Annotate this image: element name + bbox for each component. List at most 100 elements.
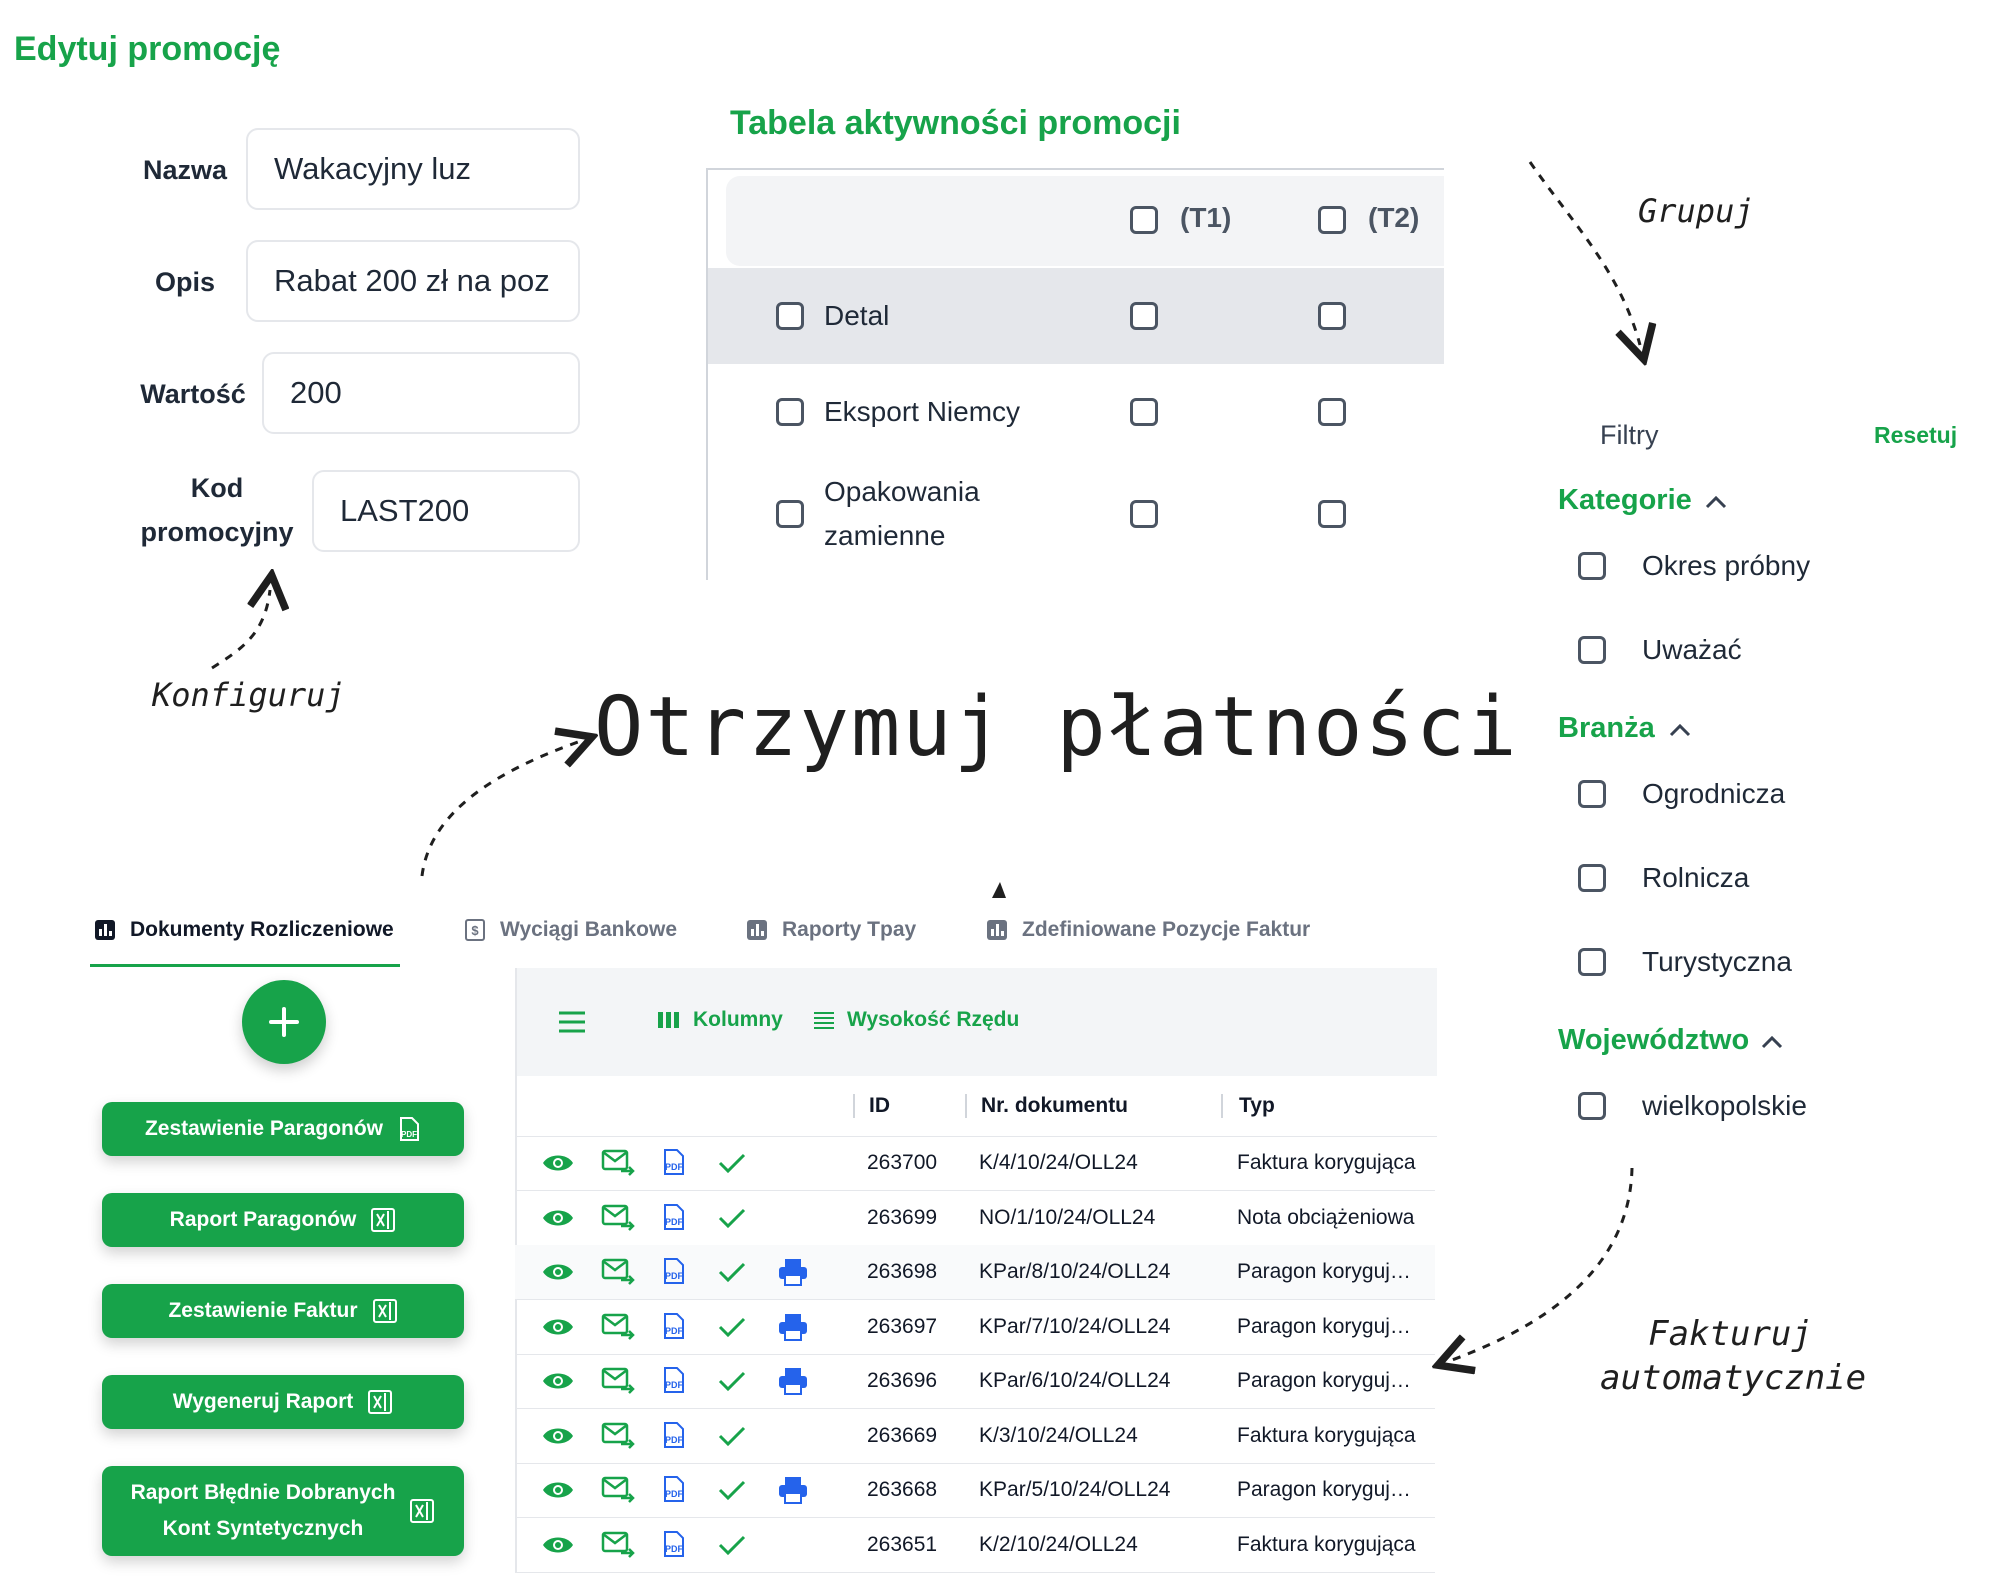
pdf-button[interactable]: PDF [661,1148,687,1181]
cell-doc-number: KPar/5/10/24/OLL24 [979,1478,1171,1501]
table-row[interactable]: PDF 263697 KPar/7/10/24/OLL24 Paragon koryg… [515,1300,1435,1355]
columns-button[interactable]: Kolumny [657,1008,783,1032]
view-button[interactable] [541,1206,575,1235]
button-label-line2: Kont Syntetycznych [162,1517,364,1540]
check-icon [718,1371,746,1392]
tab-label: Dokumenty Rozliczeniowe [130,918,394,941]
view-button[interactable] [541,1369,575,1398]
pdf-button[interactable]: PDF [661,1421,687,1454]
chevron-up-icon[interactable] [1760,1032,1784,1052]
approve-button[interactable] [717,1315,747,1344]
filter-turystyczna-checkbox[interactable] [1578,948,1606,976]
print-button[interactable] [777,1366,809,1401]
view-button[interactable] [541,1151,575,1180]
view-button[interactable] [541,1260,575,1289]
menu-icon[interactable] [557,1010,587,1034]
cell-doc-number: NO/1/10/24/OLL24 [979,1205,1156,1229]
filter-uwazac-checkbox[interactable] [1578,636,1606,664]
reset-filters-link[interactable]: Resetuj [1874,422,1957,449]
tab-label: Raporty Tpay [782,918,917,941]
approve-button[interactable] [717,1533,747,1562]
table-row[interactable]: PDF 263669 K/3/10/24/OLL24 Faktura korygują… [515,1409,1435,1464]
tab-raporty-tpay[interactable]: Raporty Tpay [746,918,916,942]
filter-turystyczna-label: Turystyczna [1642,946,1792,977]
table-row[interactable]: PDF 263696 KPar/6/10/24/OLL24 Paragon koryg… [515,1354,1435,1409]
chart-icon [95,920,115,940]
approve-button[interactable] [717,1206,747,1235]
section-wojewodztwo-title[interactable]: Województwo [1558,1024,1749,1057]
raport-bledne-konta-button[interactable]: Raport Błędnie Dobranych Kont Syntetyczn… [102,1466,464,1556]
columns-icon [658,1012,679,1028]
button-label: Wygeneruj Raport [172,1390,354,1413]
pdf-button[interactable]: PDF [661,1312,687,1345]
send-email-button[interactable] [601,1475,635,1508]
send-email-button[interactable] [601,1312,635,1345]
view-button[interactable] [541,1315,575,1344]
header-type[interactable]: Typ [1239,1094,1275,1118]
print-button[interactable] [777,1257,809,1292]
send-email-button[interactable] [601,1148,635,1181]
wygeneruj-raport-button[interactable]: Wygeneruj Raport [102,1375,464,1429]
tab-dokumenty-rozliczeniowe[interactable]: Dokumenty Rozliczeniowe [94,918,394,942]
send-email-button[interactable] [601,1257,635,1290]
row-height-button[interactable]: Wysokość Rzędu [813,1008,1019,1032]
approve-button[interactable] [717,1151,747,1180]
grupuj-arrow [1528,161,1640,345]
table-row[interactable]: PDF 263668 KPar/5/10/24/OLL24 Paragon koryg… [515,1463,1435,1518]
add-button[interactable] [242,980,326,1064]
pdf-icon: PDF [664,1203,684,1230]
send-email-button[interactable] [601,1203,635,1236]
eye-icon [543,1319,573,1334]
view-button[interactable] [541,1478,575,1507]
print-button[interactable] [777,1312,809,1347]
table-row[interactable]: PDF 263651 K/2/10/24/OLL24 Faktura korygują… [515,1518,1435,1573]
raport-paragonow-button[interactable]: Raport Paragonów [102,1193,464,1247]
annotation-fakturuj-line1: Fakturuj [1648,1314,1812,1354]
annotation-konfiguruj: Konfiguruj [152,676,345,714]
filter-ogrodnicza-checkbox[interactable] [1578,780,1606,808]
tab-wyciagi-bankowe[interactable]: $ Wyciągi Bankowe [464,918,677,942]
approve-button[interactable] [717,1424,747,1453]
eye-icon [543,1537,573,1552]
header-doc[interactable]: Nr. dokumentu [981,1094,1128,1118]
print-button[interactable] [777,1475,809,1510]
filter-okres-probny-checkbox[interactable] [1578,552,1606,580]
pdf-button[interactable]: PDF [661,1475,687,1508]
pdf-button[interactable]: PDF [661,1366,687,1399]
section-branza-title[interactable]: Branża [1558,712,1655,745]
table-row[interactable]: PDF 263700 K/4/10/24/OLL24 Faktura korygują… [515,1136,1435,1191]
header-id[interactable]: ID [869,1094,890,1118]
table-row[interactable]: PDF 263698 KPar/8/10/24/OLL24 Paragon koryg… [515,1245,1435,1300]
approve-button[interactable] [717,1478,747,1507]
chevron-up-icon[interactable] [1704,492,1728,512]
view-button[interactable] [541,1424,575,1453]
send-email-button[interactable] [601,1530,635,1563]
mail-send-icon [601,1367,635,1394]
cell-id: 263651 [867,1532,938,1556]
cell-doc-number: K/2/10/24/OLL24 [979,1532,1138,1556]
eye-icon [543,1264,573,1280]
approve-button[interactable] [717,1260,747,1289]
plus-icon [269,1007,299,1037]
filter-rolnicza-checkbox[interactable] [1578,864,1606,892]
filter-wielkopolskie-checkbox[interactable] [1578,1092,1606,1120]
table-row[interactable]: PDF 263699 NO/1/10/24/OLL24 Nota obciążenio… [515,1191,1435,1246]
tab-zdefiniowane-pozycje[interactable]: Zdefiniowane Pozycje Faktur [986,918,1310,942]
cell-type: Faktura korygująca [1237,1151,1416,1174]
chevron-up-icon[interactable] [1668,720,1692,740]
pdf-button[interactable]: PDF [661,1530,687,1563]
approve-button[interactable] [717,1369,747,1398]
view-button[interactable] [541,1533,575,1562]
send-email-button[interactable] [601,1366,635,1399]
mail-send-icon [601,1204,635,1231]
send-email-button[interactable] [601,1421,635,1454]
button-label-line1: Raport Błędnie Dobranych [130,1481,396,1504]
pdf-button[interactable]: PDF [661,1257,687,1290]
svg-text:PDF: PDF [401,1130,417,1139]
section-kategorie-title[interactable]: Kategorie [1558,484,1692,517]
zestawienie-faktur-button[interactable]: Zestawienie Faktur [102,1284,464,1338]
cell-type: Faktura korygująca [1237,1532,1416,1556]
pdf-button[interactable]: PDF [661,1203,687,1236]
pdf-icon: PDF [664,1312,684,1339]
zestawienie-paragonow-button[interactable]: Zestawienie Paragonów PDF [102,1102,464,1156]
